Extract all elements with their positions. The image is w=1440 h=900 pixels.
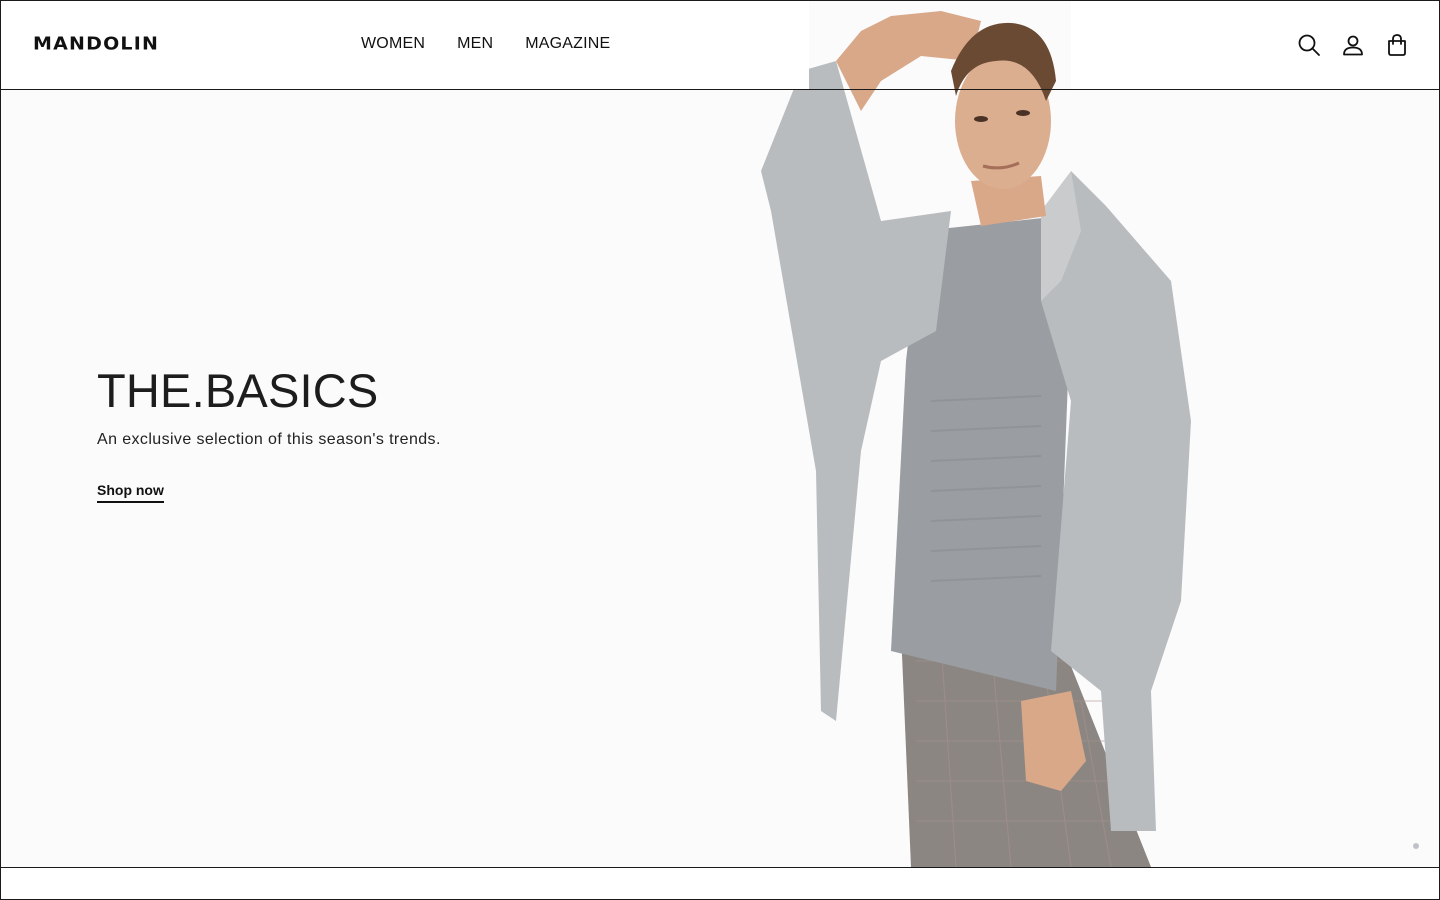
nav-item-women[interactable]: WOMEN — [361, 35, 425, 53]
hero-content: THE.BASICS An exclusive selection of thi… — [97, 363, 617, 503]
page: THE.BASICS An exclusive selection of thi… — [0, 0, 1440, 900]
hero-title: THE.BASICS — [97, 364, 379, 417]
main-nav: WOMEN MEN MAGAZINE — [361, 35, 610, 53]
brand-logo[interactable]: MANDOLIN — [33, 34, 159, 55]
site-header: MANDOLIN WOMEN MEN MAGAZINE — [1, 1, 1439, 90]
shopping-bag-icon[interactable] — [1385, 33, 1409, 57]
nav-item-men[interactable]: MEN — [457, 35, 493, 53]
slider-dot[interactable] — [1413, 843, 1419, 849]
hero-banner: THE.BASICS An exclusive selection of thi… — [1, 1, 1439, 867]
hero-subtitle: An exclusive selection of this season's … — [97, 431, 441, 448]
nav-item-magazine[interactable]: MAGAZINE — [525, 35, 610, 53]
header-icons — [1297, 33, 1409, 57]
account-icon[interactable] — [1341, 33, 1365, 57]
next-section-strip — [1, 867, 1439, 899]
hero-model-image — [741, 1, 1221, 867]
shop-now-link[interactable]: Shop now — [97, 482, 164, 503]
search-icon[interactable] — [1297, 33, 1321, 57]
